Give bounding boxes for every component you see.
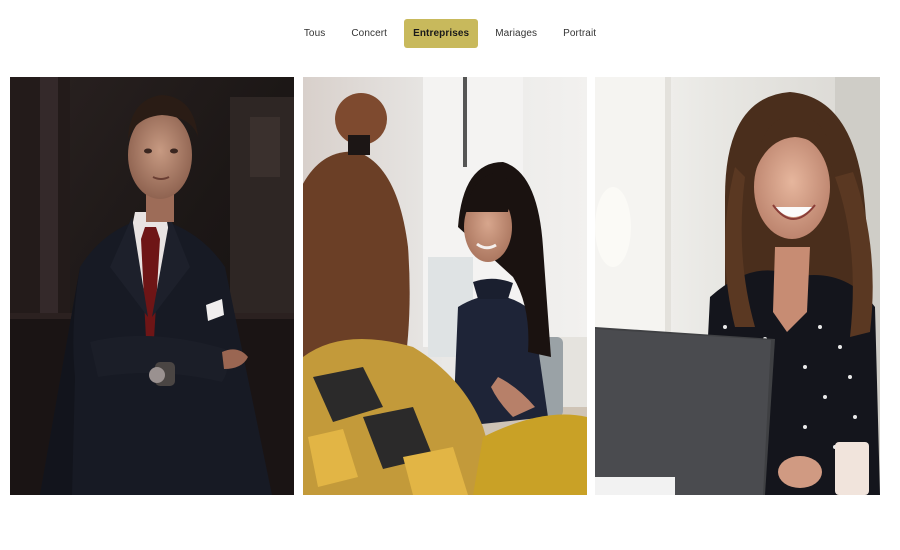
filter-tab-tous[interactable]: Tous [295, 19, 335, 48]
filter-tab-portrait[interactable]: Portrait [554, 19, 605, 48]
gallery-photo-laptop-woman[interactable] [595, 77, 880, 495]
gallery-photo-office-meeting[interactable] [303, 77, 587, 495]
filter-tab-concert[interactable]: Concert [342, 19, 396, 48]
office-meeting-image [303, 77, 587, 495]
filter-tab-mariages[interactable]: Mariages [486, 19, 546, 48]
page: Tous Concert Entreprises Mariages Portra… [0, 0, 900, 550]
photo-gallery [10, 77, 880, 495]
laptop-woman-image [595, 77, 880, 495]
gallery-filter-bar: Tous Concert Entreprises Mariages Portra… [0, 19, 900, 48]
gallery-photo-businessman[interactable] [10, 77, 294, 495]
filter-tab-entreprises[interactable]: Entreprises [404, 19, 479, 48]
businessman-image [10, 77, 294, 495]
